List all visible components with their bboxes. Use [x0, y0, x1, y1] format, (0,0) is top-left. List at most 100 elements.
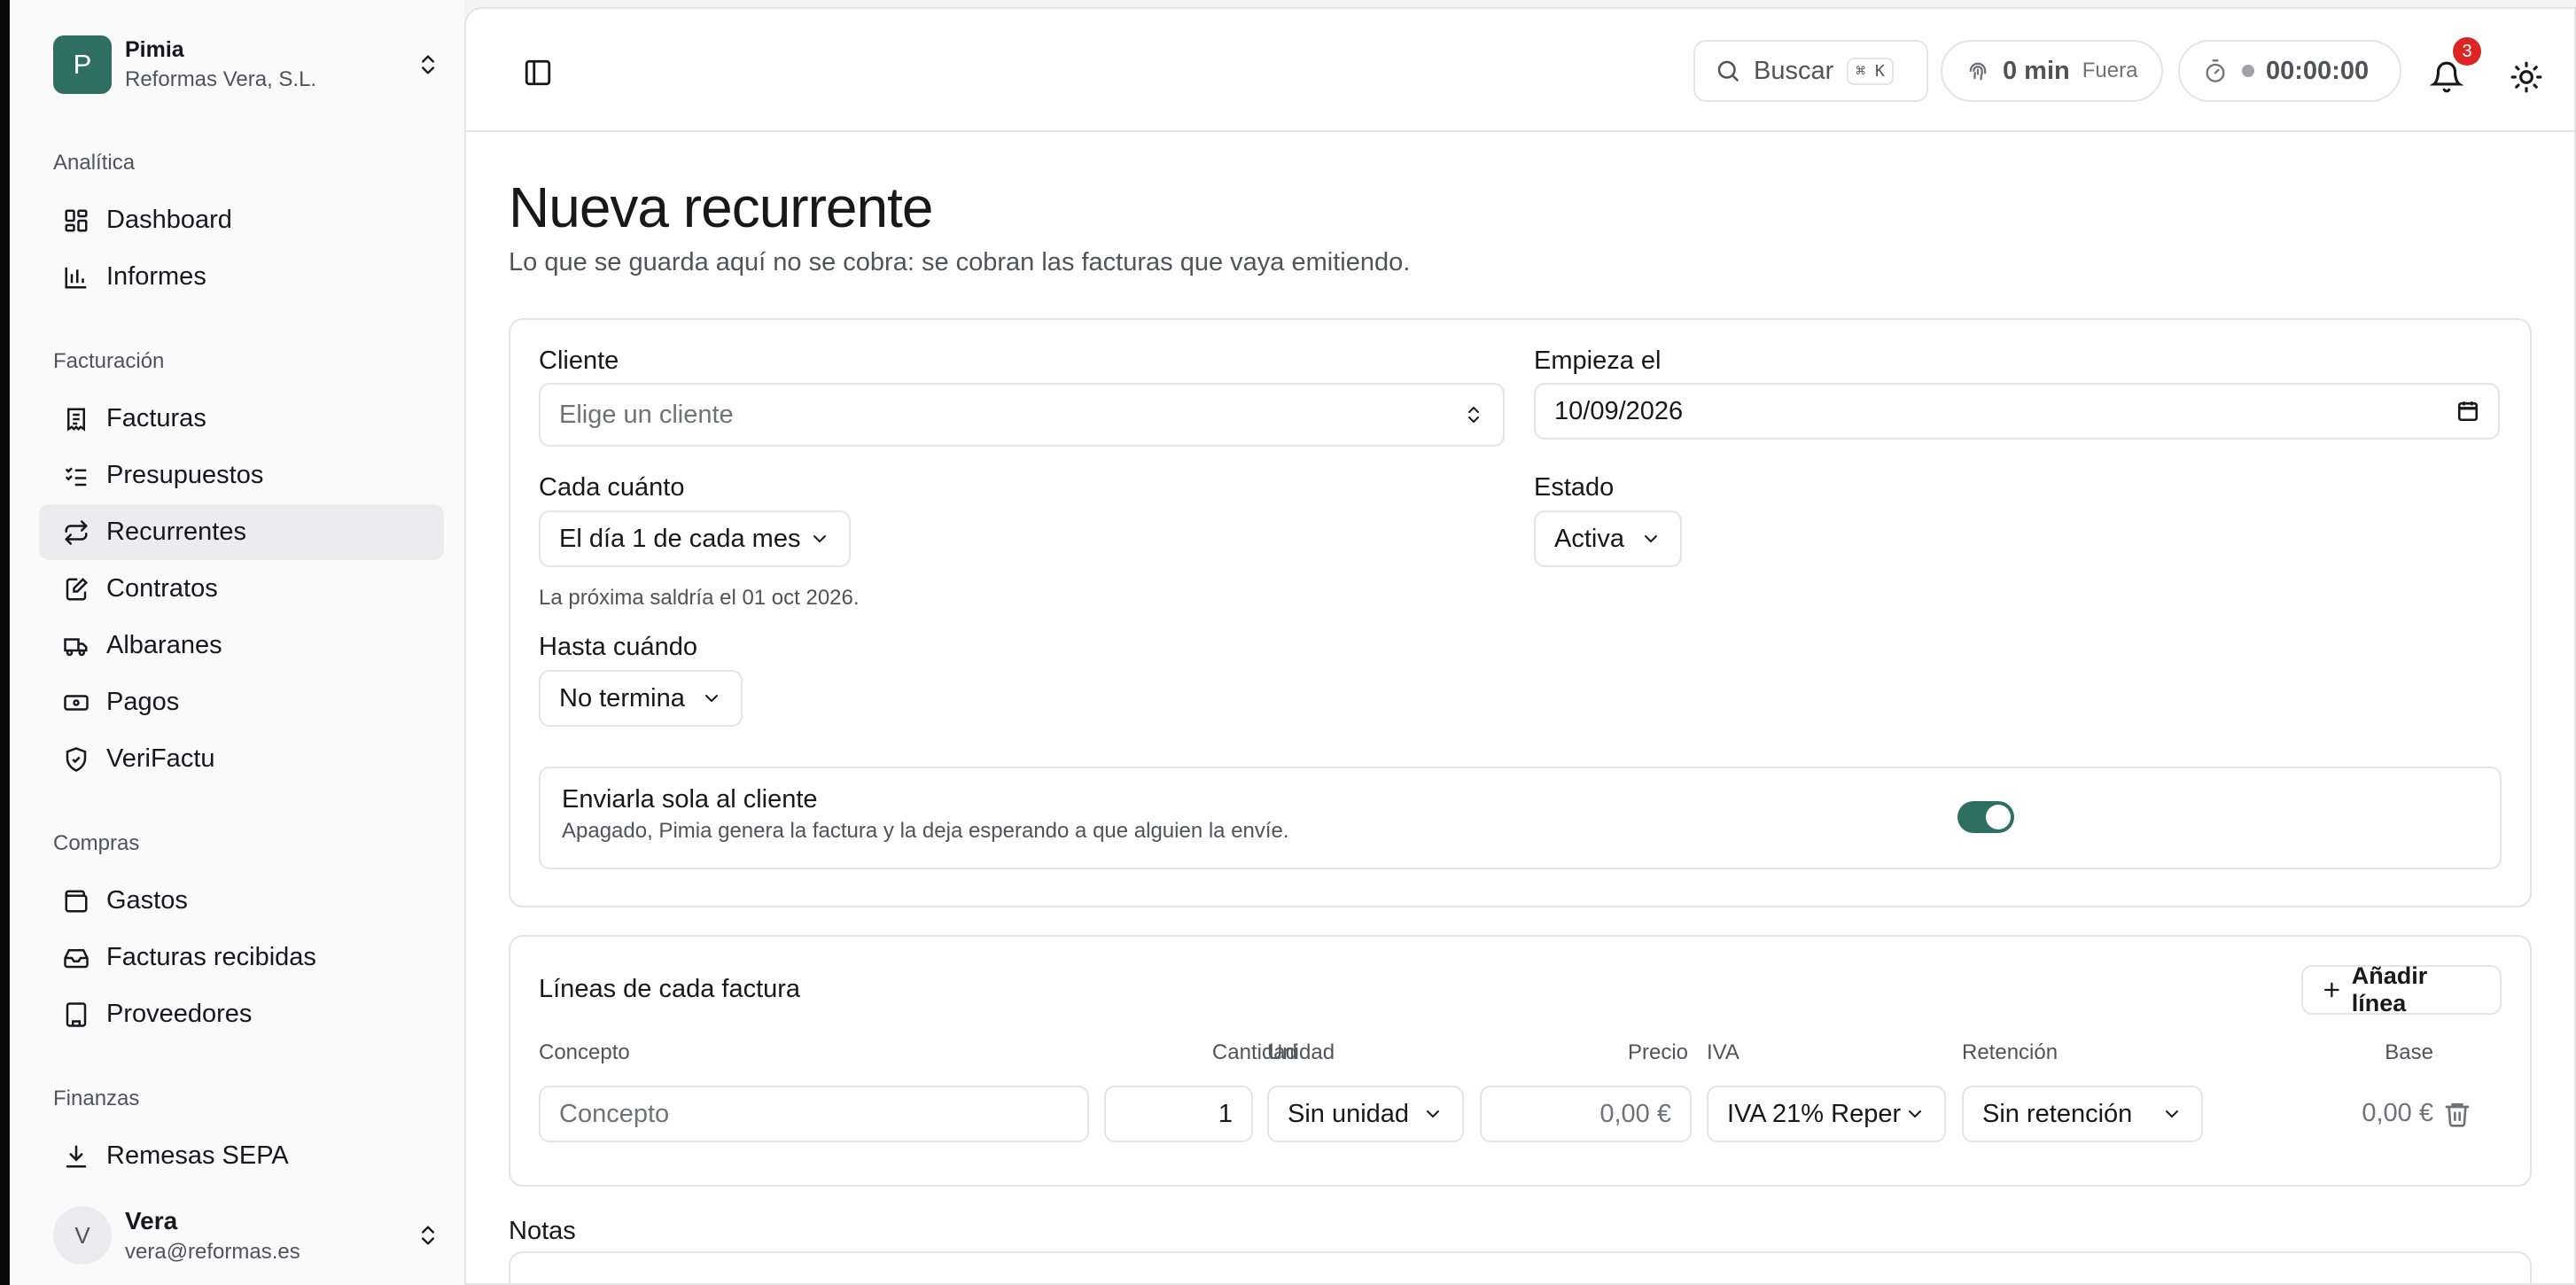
section-label-analitica: Analítica [53, 151, 136, 175]
main-panel: Buscar ⌘ K 0 min Fuera 00:00:00 3 Nueva … [464, 7, 2576, 1285]
sidebar-item-gastos[interactable]: Gastos [39, 873, 444, 929]
sidebar-item-informes[interactable]: Informes [39, 249, 444, 305]
vat-value: IVA 21% Reper [1727, 1099, 1902, 1128]
chevron-down-icon [1427, 1110, 1439, 1118]
timer-button[interactable]: 00:00:00 [2178, 40, 2401, 102]
chevron-down-icon [813, 535, 826, 543]
sidebar-item-label: Presupuestos [106, 461, 264, 489]
sidebar-item-facturas[interactable]: Facturas [39, 391, 444, 447]
bell-icon[interactable] [2430, 60, 2463, 94]
column-header-concepto: Concepto [539, 1040, 630, 1064]
sidebar-item-verifactu[interactable]: VeriFactu [39, 731, 444, 787]
calendar-icon[interactable] [2456, 400, 2479, 423]
clock-time: 0 min [2003, 56, 2070, 85]
search-icon [1717, 60, 1739, 82]
section-label-facturacion: Facturación [53, 349, 165, 373]
add-line-button[interactable]: Añadir línea [2301, 962, 2502, 1016]
clock-in-button[interactable]: 0 min Fuera [1941, 40, 2163, 102]
search-shortcut: ⌘ K [1847, 57, 1894, 85]
sidebar-item-label: Albaranes [106, 631, 222, 659]
sun-icon[interactable] [2510, 60, 2543, 94]
quantity-value: 1 [1218, 1099, 1233, 1128]
inbox-icon [64, 948, 89, 968]
client-select[interactable]: Elige un cliente [539, 383, 1505, 447]
chevrons-up-down-icon [1468, 407, 1479, 423]
sidebar-item-albaranes[interactable]: Albaranes [39, 618, 444, 674]
column-header-precio: Precio [1627, 1040, 1688, 1064]
concept-input[interactable]: Concepto [539, 1086, 1089, 1142]
notifications-badge: 3 [2453, 37, 2481, 66]
chevrons-up-down-icon [422, 55, 434, 74]
avatar: V [53, 1206, 112, 1265]
fingerprint-icon [1969, 62, 1987, 81]
timer-status-dot [2242, 65, 2254, 77]
auto-send-toggle[interactable] [1957, 801, 2014, 833]
vat-select[interactable]: IVA 21% Reper [1707, 1086, 1946, 1142]
retention-select[interactable]: Sin retención [1962, 1086, 2203, 1142]
start-date-value: 10/09/2026 [1554, 396, 1684, 425]
column-header-unidad: Unidad [1267, 1040, 1335, 1064]
sidebar-item-presupuestos[interactable]: Presupuestos [39, 448, 444, 503]
workspace-logo: P [53, 35, 112, 94]
notes-label: Notas [509, 1217, 576, 1245]
sidebar-item-label: Facturas recibidas [106, 943, 316, 971]
sidebar-item-dashboard[interactable]: Dashboard [39, 192, 444, 248]
sidebar-item-pagos[interactable]: Pagos [39, 674, 444, 730]
frequency-select[interactable]: El día 1 de cada mes [539, 510, 851, 567]
sidebar-item-label: Proveedores [106, 1000, 253, 1028]
workspace-switcher[interactable]: P Pimia Reformas Vera, S.L. [53, 32, 440, 97]
sidebar-toggle-icon[interactable] [523, 58, 553, 88]
trash-icon[interactable] [2443, 1100, 2471, 1128]
sidebar-item-proveedores[interactable]: Proveedores [39, 986, 444, 1042]
section-label-compras: Compras [53, 831, 140, 855]
search-button[interactable]: Buscar ⌘ K [1693, 40, 1928, 102]
sidebar-item-contratos[interactable]: Contratos [39, 561, 444, 617]
quantity-input[interactable]: 1 [1104, 1086, 1253, 1142]
sidebar-item-label: VeriFactu [106, 744, 215, 773]
sidebar-item-recurrentes[interactable]: Recurrentes [39, 504, 444, 560]
user-email: vera@reformas.es [125, 1239, 300, 1264]
column-header-retencion: Retención [1962, 1040, 2058, 1064]
invoice-lines-card [509, 935, 2532, 1187]
user-menu[interactable]: V Vera vera@reformas.es [53, 1196, 440, 1274]
banknote-icon [64, 694, 89, 711]
until-select[interactable]: No termina [539, 670, 743, 727]
unit-select[interactable]: Sin unidad [1267, 1086, 1464, 1142]
stopwatch-icon [2206, 59, 2225, 82]
price-input[interactable]: 0,00 € [1480, 1086, 1692, 1142]
client-placeholder: Elige un cliente [559, 400, 734, 429]
sidebar-item-label: Recurrentes [106, 518, 246, 546]
add-line-label: Añadir línea [2351, 962, 2428, 1016]
invoice-icon [67, 408, 85, 432]
plus-icon [2324, 982, 2339, 998]
column-header-iva: IVA [1707, 1040, 1739, 1064]
truck-icon [64, 637, 88, 656]
shield-check-icon [66, 746, 87, 772]
building-icon [66, 1001, 87, 1027]
retention-value: Sin retención [1982, 1099, 2133, 1128]
sidebar-item-label: Remesas SEPA [106, 1141, 289, 1170]
contract-edit-icon [66, 577, 89, 600]
start-date-input[interactable]: 10/09/2026 [1534, 383, 2500, 440]
top-bar: Buscar ⌘ K 0 min Fuera 00:00:00 3 [466, 9, 2574, 132]
auto-send-description: Apagado, Pimia genera la factura y la de… [562, 819, 1289, 843]
checklist-icon [65, 466, 87, 486]
lines-title: Líneas de cada factura [539, 975, 801, 1003]
sidebar-item-facturas-recibidas[interactable]: Facturas recibidas [39, 930, 444, 985]
download-icon [66, 1145, 87, 1167]
user-name: Vera [125, 1206, 178, 1234]
sidebar-item-remesas-sepa[interactable]: Remesas SEPA [39, 1128, 444, 1184]
bar-chart-icon [65, 267, 87, 288]
chevron-down-icon [2166, 1110, 2178, 1118]
sidebar-item-label: Informes [106, 262, 206, 291]
notes-input[interactable] [509, 1251, 2532, 1283]
status-select[interactable]: Activa [1534, 510, 1682, 567]
frequency-value: El día 1 de cada mes [559, 524, 801, 553]
sidebar-item-label: Contratos [106, 574, 218, 603]
auto-send-title: Enviarla sola al cliente [562, 785, 818, 814]
column-header-base: Base [2385, 1040, 2433, 1064]
status-value: Activa [1554, 524, 1624, 553]
timer-value: 00:00:00 [2266, 56, 2370, 85]
workspace-company: Reformas Vera, S.L. [125, 67, 317, 91]
client-label: Cliente [539, 347, 619, 375]
